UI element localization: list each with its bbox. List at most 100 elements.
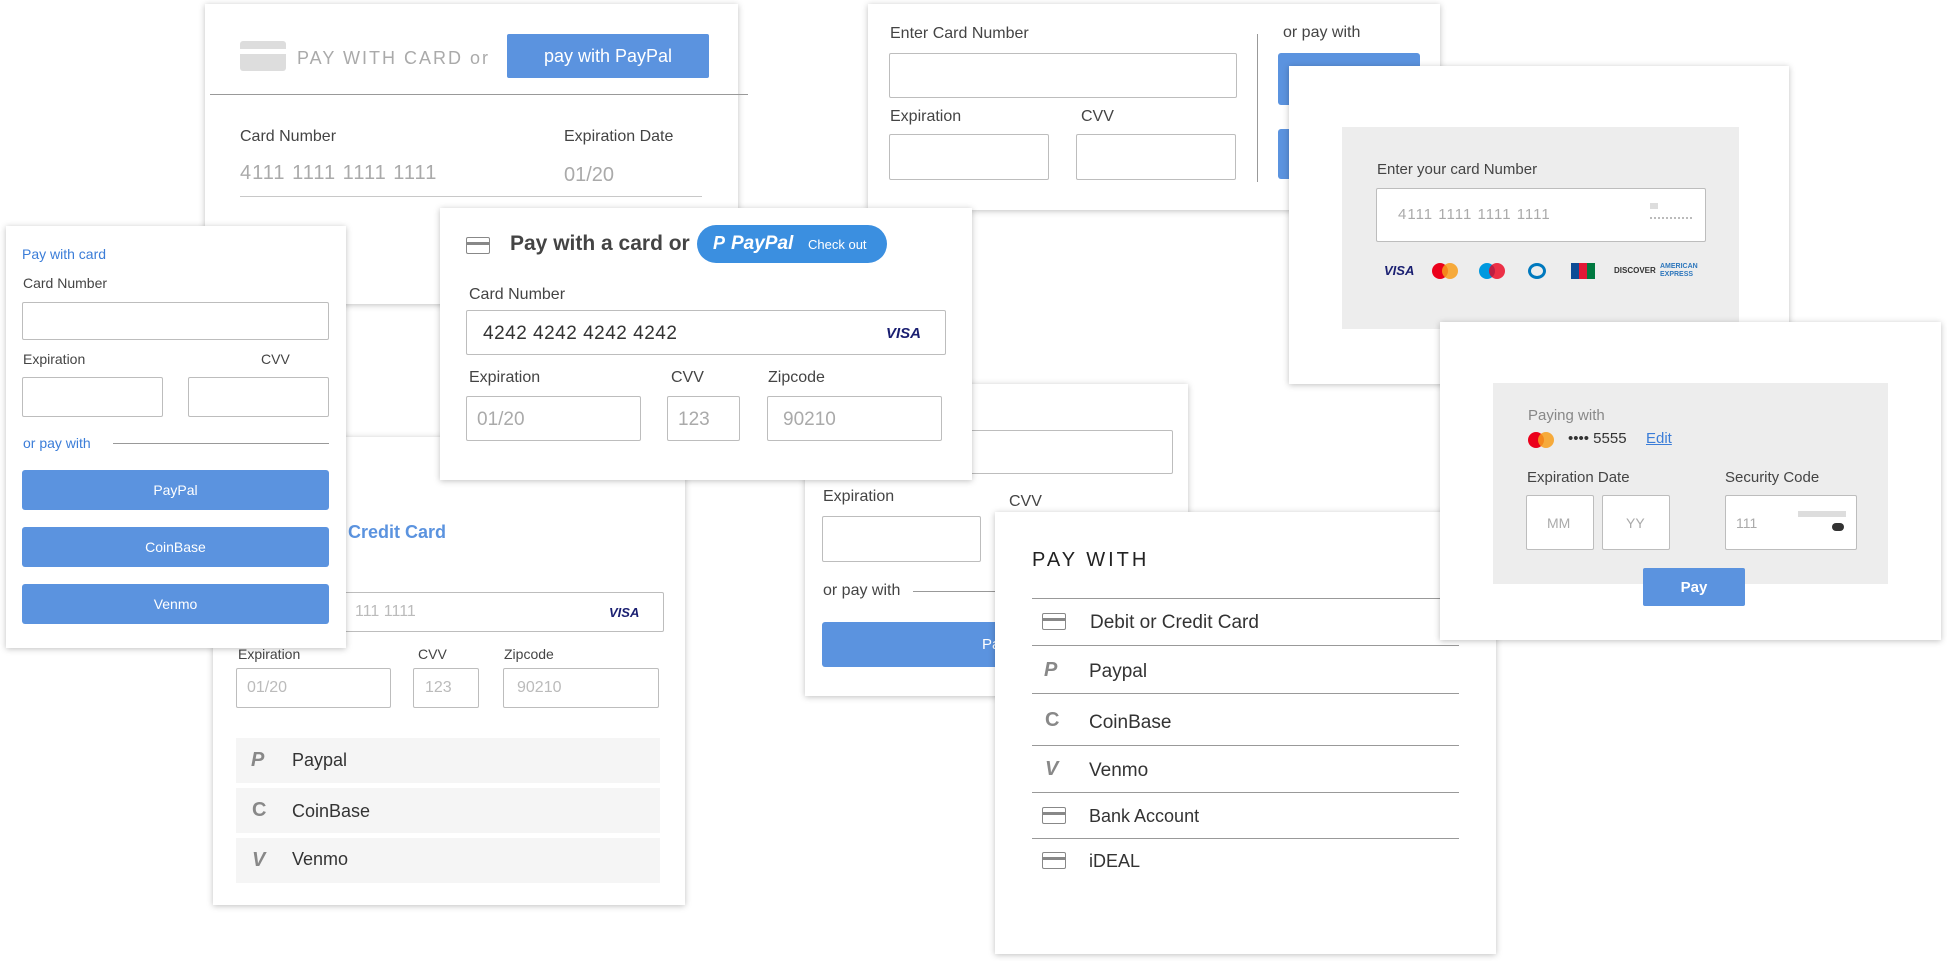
expiration-input[interactable]: 01/20: [466, 396, 641, 441]
card-number-title: Enter your card Number: [1377, 161, 1538, 178]
venmo-icon: V: [1045, 758, 1059, 780]
cvv-input[interactable]: [188, 377, 329, 417]
cvv-input[interactable]: 123: [667, 396, 740, 441]
option-label: iDEAL: [1089, 851, 1141, 871]
expiration-date-label: Expiration Date: [564, 128, 674, 145]
or-pay-with-label: or pay with: [1283, 24, 1361, 41]
option-label: Debit or Credit Card: [1090, 612, 1259, 633]
card-icon: [240, 41, 286, 71]
card-number-input[interactable]: [22, 302, 329, 340]
month-input[interactable]: MM: [1526, 495, 1594, 550]
panel-card-paypal-checkout: Pay with a card or P PayPal Check out Ca…: [440, 208, 972, 480]
edit-link[interactable]: Edit: [1646, 430, 1672, 447]
panel-title: Pay with a card or: [510, 232, 690, 255]
option-paypal[interactable]: P Paypal: [236, 738, 660, 783]
paypal-icon: P: [1044, 659, 1058, 681]
cvv-input[interactable]: [1076, 134, 1236, 180]
security-code-input[interactable]: 111: [1725, 495, 1857, 550]
expiration-date-input[interactable]: 01/20: [564, 164, 614, 187]
month-placeholder: MM: [1547, 515, 1571, 531]
card-number-label: Card Number: [469, 286, 566, 303]
card-number-value: 4242 4242 4242 4242: [483, 323, 678, 344]
expiration-input[interactable]: [889, 134, 1049, 180]
ideal-card-icon: [1042, 852, 1066, 869]
pay-button[interactable]: Pay: [1643, 568, 1745, 606]
cvv-label: CVV: [671, 369, 704, 386]
card-number-input[interactable]: 4111 1111 1111 1111: [1376, 188, 1706, 242]
option-paypal[interactable]: P Paypal: [1032, 646, 1459, 694]
pay-with-paypal-button[interactable]: pay with PayPal: [507, 34, 709, 78]
panel-title: Pay with card: [22, 246, 107, 262]
zipcode-label: Zipcode: [768, 369, 825, 386]
card-number-placeholder: 4111 1111 1111 1111: [1398, 206, 1551, 223]
visa-icon: VISA: [1384, 263, 1415, 278]
card-number-label: Card Number: [240, 128, 337, 145]
paypal-button[interactable]: PayPal: [22, 470, 329, 510]
mastercard-icon: [1432, 263, 1458, 279]
paypal-brand-label: PayPal: [731, 233, 794, 254]
option-label: Bank Account: [1089, 806, 1200, 826]
card-number-input[interactable]: 4242 4242 4242 4242 VISA: [466, 310, 946, 355]
cvv-marker-icon: [1832, 523, 1844, 531]
divider: [113, 443, 329, 444]
option-label: Venmo: [292, 849, 349, 869]
year-placeholder: YY: [1626, 515, 1645, 531]
visa-icon: VISA: [609, 605, 640, 620]
diners-club-icon: [1528, 263, 1546, 279]
expiration-label: Expiration: [823, 488, 895, 505]
expiration-input[interactable]: [22, 377, 163, 417]
option-label: Paypal: [1089, 661, 1148, 682]
option-label: CoinBase: [1089, 712, 1172, 733]
amex-icon: AMERICAN EXPRESS: [1660, 263, 1698, 278]
option-ideal[interactable]: iDEAL: [1032, 839, 1459, 885]
visa-icon: VISA: [886, 325, 922, 342]
panel-title: PAY WITH: [1032, 549, 1150, 571]
card-number-input[interactable]: 4111 1111 1111 1111: [240, 162, 437, 185]
option-coinbase[interactable]: C CoinBase: [1032, 694, 1459, 746]
panel-card-alt-buttons: Pay with card Card Number Expiration CVV…: [6, 226, 346, 648]
maestro-icon: [1479, 263, 1505, 279]
zipcode-input[interactable]: 90210: [503, 668, 659, 708]
option-venmo[interactable]: V Venmo: [236, 838, 660, 883]
cvv-label: CVV: [261, 351, 290, 367]
mastercard-icon: [1528, 432, 1554, 448]
cvv-input[interactable]: 123: [413, 668, 479, 708]
cvv-placeholder: 123: [678, 409, 710, 430]
expiration-label: Expiration: [469, 369, 541, 386]
year-input[interactable]: YY: [1602, 495, 1670, 550]
expiration-placeholder: 01/20: [477, 409, 525, 430]
panel-title: PAY WITH CARD or: [297, 48, 491, 68]
card-number-label: Card Number: [23, 275, 108, 291]
option-debit-credit-card[interactable]: Debit or Credit Card: [1032, 599, 1459, 646]
panel-pay-with-list: PAY WITH Debit or Credit Card P Paypal C…: [995, 512, 1496, 954]
coinbase-button[interactable]: CoinBase: [22, 527, 329, 567]
expiration-date-label: Expiration Date: [1527, 469, 1630, 486]
cvv-label: CVV: [1081, 108, 1114, 125]
zipcode-placeholder: 90210: [517, 679, 562, 696]
chip-icon: [1650, 203, 1658, 209]
bank-card-icon: [1042, 807, 1066, 824]
expiration-placeholder: 01/20: [247, 679, 288, 696]
option-coinbase[interactable]: C CoinBase: [236, 788, 660, 833]
discover-icon: DISCOVER: [1614, 266, 1656, 275]
paying-with-label: Paying with: [1528, 407, 1605, 424]
zipcode-input[interactable]: 90210: [767, 396, 942, 441]
card-number-label: Enter Card Number: [890, 25, 1029, 42]
card-number-input[interactable]: [889, 53, 1237, 98]
expiration-input[interactable]: [822, 516, 981, 562]
security-code-label: Security Code: [1725, 469, 1820, 486]
option-bank-account[interactable]: Bank Account: [1032, 793, 1459, 839]
divider-label: or pay with: [23, 435, 91, 451]
venmo-icon: V: [252, 849, 266, 871]
venmo-button[interactable]: Venmo: [22, 584, 329, 624]
credit-card-label: Credit Card: [348, 522, 447, 542]
cvv-placeholder: 123: [425, 679, 452, 696]
expiration-input[interactable]: 01/20: [236, 668, 391, 708]
coinbase-icon: C: [1045, 709, 1060, 731]
option-venmo[interactable]: V Venmo: [1032, 746, 1459, 793]
divider: [210, 94, 748, 95]
coinbase-icon: C: [252, 799, 267, 821]
paypal-logo-icon: P: [713, 233, 726, 253]
paypal-checkout-button[interactable]: P PayPal Check out: [697, 225, 887, 263]
card-icon: [466, 237, 490, 254]
